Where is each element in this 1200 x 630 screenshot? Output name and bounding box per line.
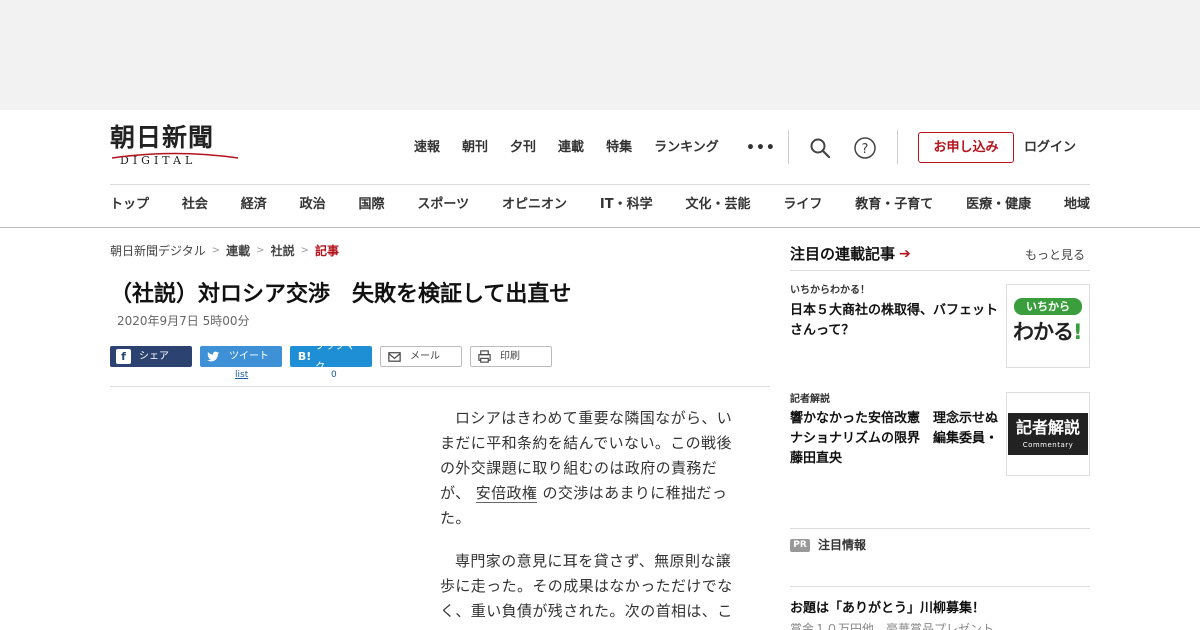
promo-subtitle: 賞金１０万円他 豪華賞品プレゼント xyxy=(790,622,995,630)
logo-swoosh-icon xyxy=(111,152,239,159)
cat-bunka[interactable]: 文化・芸能 xyxy=(685,195,750,215)
sidebar-item-label: いちからわかる！ xyxy=(790,285,870,296)
article-paragraph: 専門家の意見に耳を貸さず、無原則な譲歩に走った。その成果はなかっただけでなく、重… xyxy=(440,552,733,620)
cat-sports[interactable]: スポーツ xyxy=(417,195,469,215)
login-link[interactable]: ログイン xyxy=(1024,138,1076,158)
sidebar-more-link[interactable]: もっと見る xyxy=(1025,247,1085,263)
breadcrumb-home[interactable]: 朝日新聞デジタル xyxy=(110,242,206,260)
thumbnail-badge: 記者解説 Commentary xyxy=(1008,413,1088,455)
arrow-right-icon: ➔ xyxy=(899,246,911,262)
cat-top[interactable]: トップ xyxy=(110,195,149,215)
cat-opinion[interactable]: オピニオン xyxy=(502,195,567,215)
mail-icon xyxy=(388,352,401,362)
thumbnail-bang: ! xyxy=(1073,320,1083,344)
subscribe-button[interactable]: お申し込み xyxy=(918,132,1014,163)
ad-banner-area xyxy=(0,0,1200,110)
facebook-share-label: シェア xyxy=(139,351,169,362)
thumbnail-text: 記者解説 xyxy=(1015,418,1080,437)
keyword-link[interactable]: 安倍政権 xyxy=(475,484,538,503)
article-paragraph: ロシアはきわめて重要な隣国ながら、いまだに平和条約を結んでいない。この戦後の外交… xyxy=(440,406,746,531)
article-body: ロシアはきわめて重要な隣国ながら、いまだに平和条約を結んでいない。この戦後の外交… xyxy=(440,406,746,630)
breadcrumb-separator-icon: > xyxy=(300,245,309,256)
search-icon[interactable] xyxy=(808,136,832,160)
cat-kyoiku[interactable]: 教育・子育て xyxy=(855,195,933,215)
help-icon[interactable]: ? xyxy=(853,136,877,160)
topnav-yukan[interactable]: 夕刊 xyxy=(510,138,536,158)
svg-text:?: ? xyxy=(862,142,869,157)
sidebar-rule xyxy=(790,528,1090,529)
mail-share-button[interactable]: メール xyxy=(380,346,462,367)
facebook-icon: f xyxy=(116,349,131,364)
thumbnail-text: わかる! xyxy=(1013,318,1083,346)
header-divider xyxy=(897,130,898,164)
cat-kokusai[interactable]: 国際 xyxy=(359,195,385,215)
topnav-sokuho[interactable]: 速報 xyxy=(414,138,440,158)
facebook-share-button[interactable]: f シェア xyxy=(110,346,192,367)
sidebar-item-label: 記者解説 xyxy=(790,394,830,405)
mail-share-label: メール xyxy=(410,351,440,362)
twitter-share-label: ツイート xyxy=(229,351,269,362)
cat-seiji[interactable]: 政治 xyxy=(300,195,326,215)
breadcrumb-rensai[interactable]: 連載 xyxy=(226,242,250,260)
hatena-count[interactable]: 0 xyxy=(331,369,337,381)
twitter-share-button[interactable]: ツイート xyxy=(200,346,282,367)
cat-iryo[interactable]: 医療・健康 xyxy=(966,195,1031,215)
share-rule xyxy=(110,386,770,387)
breadcrumb-separator-icon: > xyxy=(256,245,265,256)
thumbnail-subtext: Commentary xyxy=(1022,441,1074,449)
breadcrumb-current: 記事 xyxy=(314,244,339,258)
cat-keizai[interactable]: 経済 xyxy=(241,195,267,215)
cat-it-kagaku[interactable]: IT・科学 xyxy=(600,195,653,215)
sidebar-title[interactable]: 注目の連載記事 ➔ xyxy=(790,243,911,265)
sidebar-rule xyxy=(790,270,1090,271)
article-headline: （社説）対ロシア交渉 失敗を検証して出直せ xyxy=(110,282,572,307)
top-nav: 速報 朝刊 夕刊 連載 特集 ランキング xyxy=(414,138,741,158)
print-label: 印刷 xyxy=(500,351,520,362)
header-divider xyxy=(788,130,789,164)
pr-section-label: 注目情報 xyxy=(818,538,867,552)
cat-chiiki[interactable]: 地域 xyxy=(1064,195,1090,215)
logo-wordmark: 朝日新聞 xyxy=(110,123,215,152)
print-button[interactable]: 印刷 xyxy=(470,346,552,367)
twitter-bird-icon xyxy=(207,351,220,362)
promo-title[interactable]: お題は「ありがとう」川柳募集！ xyxy=(790,599,985,619)
topnav-ranking[interactable]: ランキング xyxy=(654,138,719,158)
topnav-choukan[interactable]: 朝刊 xyxy=(462,138,488,158)
more-menu-icon[interactable]: ••• xyxy=(746,138,776,158)
cat-life[interactable]: ライフ xyxy=(783,195,822,215)
cat-shakai[interactable]: 社会 xyxy=(182,195,208,215)
topnav-rensai[interactable]: 連載 xyxy=(558,138,584,158)
hatena-bookmark-label: ブックマーク xyxy=(315,340,366,373)
hatena-bookmark-button[interactable]: B! ブックマーク xyxy=(290,341,372,373)
thumbnail-main-text: わかる xyxy=(1013,320,1074,344)
breadcrumb-separator-icon: > xyxy=(211,245,221,256)
article-date: 2020年9月7日 5時00分 xyxy=(117,314,250,328)
topnav-tokushu[interactable]: 特集 xyxy=(606,138,632,158)
twitter-count[interactable]: list xyxy=(235,369,248,381)
kisha-kaisetsu-thumbnail[interactable]: 記者解説 Commentary xyxy=(1006,392,1090,476)
pr-badge: PR xyxy=(790,539,810,552)
sidebar-rule xyxy=(790,586,1090,587)
nav-bottom-rule xyxy=(0,227,1200,228)
sidebar-title-text: 注目の連載記事 xyxy=(790,245,896,263)
header-rule xyxy=(110,184,1090,185)
ichikara-wakaru-thumbnail[interactable]: いちから わかる! xyxy=(1006,284,1090,368)
printer-icon xyxy=(478,350,491,363)
thumbnail-text: いちから xyxy=(1014,298,1082,315)
breadcrumb: 朝日新聞デジタル > 連載 > 社説 > 記事 xyxy=(110,242,339,260)
sidebar-item-title[interactable]: 日本５大商社の株取得、バフェットさんって？ xyxy=(790,301,1002,341)
category-nav: トップ 社会 経済 政治 国際 スポーツ オピニオン IT・科学 文化・芸能 ラ… xyxy=(110,195,1090,215)
hatena-b-icon: B! xyxy=(297,350,312,363)
sidebar-item-title[interactable]: 響かなかった安倍改憲 理念示せぬナショナリズムの限界 編集委員・藤田直央 xyxy=(790,409,1002,469)
asahi-digital-logo[interactable]: 朝日新聞 DIGITAL xyxy=(110,124,240,170)
breadcrumb-shasetsu[interactable]: 社説 xyxy=(271,242,295,260)
